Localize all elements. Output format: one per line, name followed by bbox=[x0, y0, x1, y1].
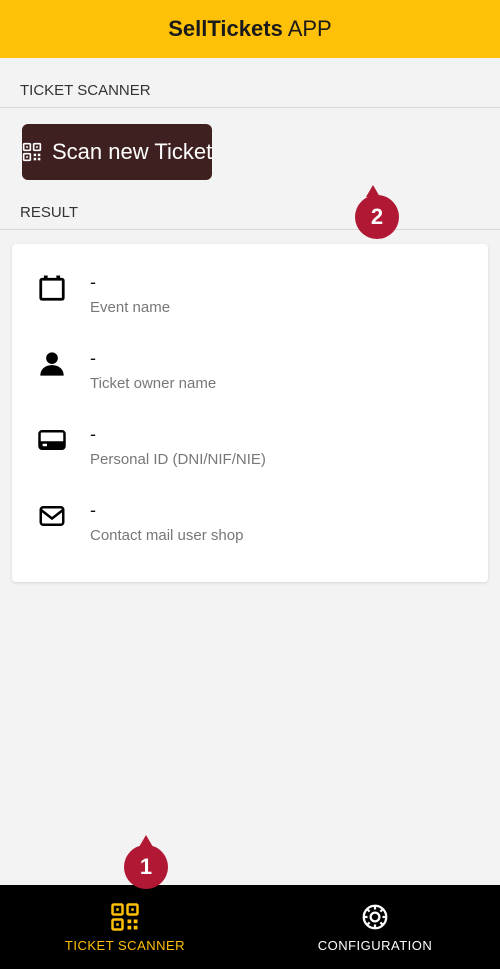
event-label: Event name bbox=[90, 299, 170, 316]
qr-icon bbox=[22, 142, 42, 162]
nav-configuration[interactable]: CONFIGURATION bbox=[250, 885, 500, 969]
nav-ticket-scanner[interactable]: TICKET SCANNER bbox=[0, 885, 250, 969]
nav-config-label: CONFIGURATION bbox=[318, 938, 433, 953]
result-row-owner: - Ticket owner name bbox=[18, 334, 482, 410]
result-card: - Event name - Ticket owner name - Perso… bbox=[12, 244, 488, 582]
email-label: Contact mail user shop bbox=[90, 527, 243, 544]
app-header: SellTickets APP bbox=[0, 0, 500, 58]
nav-scanner-label: TICKET SCANNER bbox=[65, 938, 185, 953]
event-value: - bbox=[90, 272, 170, 293]
app-title-light: APP bbox=[283, 16, 332, 41]
scan-new-ticket-button[interactable]: Scan new Ticket bbox=[22, 124, 212, 180]
result-row-event: - Event name bbox=[18, 258, 482, 334]
owner-value: - bbox=[90, 348, 216, 369]
owner-label: Ticket owner name bbox=[90, 375, 216, 392]
app-title: SellTickets APP bbox=[168, 16, 331, 42]
section-label-result: RESULT bbox=[0, 180, 500, 230]
callout-badge-2: 2 bbox=[355, 195, 399, 239]
email-value: - bbox=[90, 500, 243, 521]
id-label: Personal ID (DNI/NIF/NIE) bbox=[90, 451, 266, 468]
mail-icon bbox=[36, 500, 68, 532]
callout-badge-1: 1 bbox=[124, 845, 168, 889]
calendar-icon bbox=[36, 272, 68, 304]
id-card-icon bbox=[36, 424, 68, 456]
section-label-scanner: TICKET SCANNER bbox=[0, 58, 500, 108]
result-row-id: - Personal ID (DNI/NIF/NIE) bbox=[18, 410, 482, 486]
scan-button-label: Scan new Ticket bbox=[52, 139, 212, 165]
id-value: - bbox=[90, 424, 266, 445]
qr-icon bbox=[110, 902, 140, 932]
gear-icon bbox=[360, 902, 390, 932]
result-row-email: - Contact mail user shop bbox=[18, 486, 482, 562]
bottom-nav: TICKET SCANNER CONFIGURATION bbox=[0, 885, 500, 969]
app-title-bold: SellTickets bbox=[168, 16, 283, 41]
person-icon bbox=[36, 348, 68, 380]
